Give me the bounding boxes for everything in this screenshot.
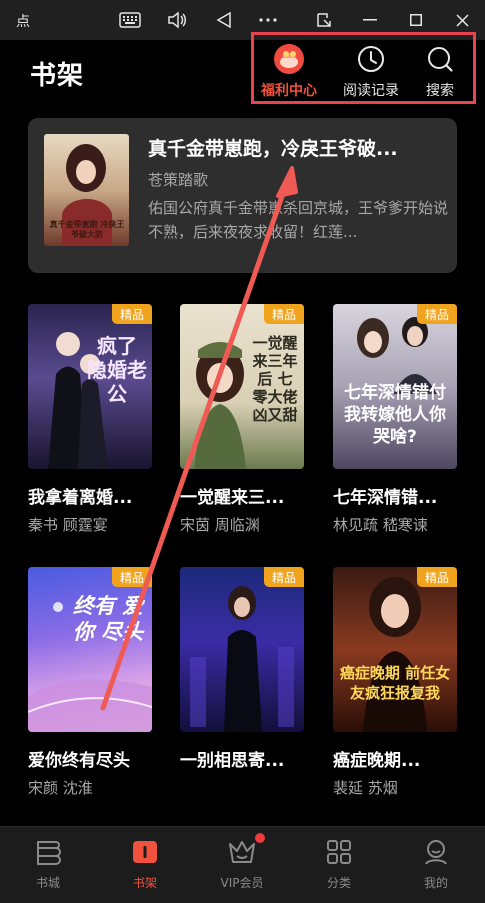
book-author: 林见疏 嵇寒谏: [333, 516, 428, 534]
featured-book-author: 苍策踏歌: [148, 171, 209, 189]
nav-bookshelf[interactable]: 书架: [105, 835, 185, 891]
nav-profile[interactable]: 我的: [396, 835, 476, 891]
grid-icon: [322, 835, 356, 869]
minimize-icon[interactable]: [358, 8, 382, 32]
book-title: 一别相思寄...: [180, 751, 285, 771]
more-icon[interactable]: [256, 8, 280, 32]
nav-category[interactable]: 分类: [299, 835, 379, 891]
profile-icon: [419, 835, 453, 869]
book-cover-text: 疯了 隐婚老公: [87, 334, 147, 406]
nav-bookstore[interactable]: 书城: [8, 835, 88, 891]
nav-label: VIP会员: [220, 876, 264, 890]
nav-label: 书架: [132, 876, 157, 890]
app-title: 点: [16, 14, 30, 30]
book-title: 一觉醒来三...: [180, 488, 285, 508]
book-cover[interactable]: 精品: [180, 567, 304, 732]
bookshelf-icon: [128, 835, 162, 869]
book-cover[interactable]: 癌症晚期 前任女友疯狂报复我 精品: [333, 567, 457, 732]
book-cover[interactable]: 七年深情错付 我转嫁他人你哭啥? 精品: [333, 304, 457, 469]
volume-icon[interactable]: [165, 8, 189, 32]
book-title: 爱你终有尽头: [28, 751, 130, 771]
page-title: 书架: [30, 61, 85, 91]
featured-book-description: 佑国公府真千金带崽杀回京城，王爷爹开始说不熟，后来夜夜求收留！红莲...: [148, 199, 448, 241]
book-item[interactable]: 精品 一别相思寄...: [180, 567, 304, 777]
premium-badge: 精品: [417, 567, 457, 587]
featured-book-title: 真千金带崽跑，冷戾王爷破...: [148, 138, 398, 160]
book-cover[interactable]: 一觉醒来三年后 七零大佬凶又甜 精品: [180, 304, 304, 469]
maximize-icon[interactable]: [404, 8, 428, 32]
close-icon[interactable]: [450, 8, 474, 32]
book-author: 秦书 顾霆宴: [28, 516, 108, 534]
book-cover[interactable]: 疯了 隐婚老公 精品: [28, 304, 152, 469]
book-author: 裴延 苏烟: [333, 779, 398, 797]
notification-dot: [255, 833, 265, 843]
book-item[interactable]: 终有 爱你 尽头 精品 爱你终有尽头 宋颜 沈淮: [28, 567, 152, 798]
nav-label: 我的: [423, 876, 448, 890]
book-item[interactable]: 癌症晚期 前任女友疯狂报复我 精品 癌症晚期... 裴延 苏烟: [333, 567, 457, 798]
book-title: 癌症晚期...: [333, 751, 421, 771]
premium-badge: 精品: [264, 567, 304, 587]
premium-badge: 精品: [112, 304, 152, 324]
book-item[interactable]: 七年深情错付 我转嫁他人你哭啥? 精品 七年深情错... 林见疏 嵇寒谏: [333, 304, 457, 535]
book-item[interactable]: 一觉醒来三年后 七零大佬凶又甜 精品 一觉醒来三... 宋茵 周临渊: [180, 304, 304, 535]
nav-vip[interactable]: VIP会员: [202, 833, 282, 891]
featured-book-card[interactable]: 真千金带崽跑 冷戾王爷破大防 真千金带崽跑，冷戾王爷破... 苍策踏歌 佑国公府…: [28, 118, 457, 273]
book-cover-text: 一觉醒来三年后 七零大佬凶又甜: [252, 334, 298, 424]
book-item[interactable]: 疯了 隐婚老公 精品 我拿着离婚... 秦书 顾霆宴: [28, 304, 152, 535]
book-title: 七年深情错...: [333, 488, 438, 508]
keyboard-icon[interactable]: [118, 8, 142, 32]
featured-book-cover[interactable]: 真千金带崽跑 冷戾王爷破大防: [44, 134, 129, 246]
nav-label: 书城: [35, 876, 60, 890]
book-author: 宋茵 周临渊: [180, 516, 260, 534]
pop-out-icon[interactable]: [312, 8, 336, 32]
book-cover-text: 七年深情错付 我转嫁他人你哭啥?: [344, 383, 446, 447]
premium-badge: 精品: [264, 304, 304, 324]
featured-cover-text: 真千金带崽跑 冷戾王爷破大防: [49, 220, 125, 239]
book-cover-text: 终有 爱你 尽头: [72, 594, 144, 644]
premium-badge: 精品: [417, 304, 457, 324]
book-author: 宋颜 沈淮: [28, 779, 93, 797]
bottom-navigation: 书城 书架 VIP会员 分类 我的: [0, 826, 485, 903]
annotation-highlight-box: [251, 32, 476, 104]
bookstore-icon: [31, 835, 65, 869]
nav-label: 分类: [326, 876, 351, 890]
book-cover-text: 癌症晚期 前任女友疯狂报复我: [339, 664, 451, 702]
back-triangle-icon[interactable]: [212, 8, 236, 32]
crown-icon: [225, 835, 259, 869]
premium-badge: 精品: [112, 567, 152, 587]
book-cover[interactable]: 终有 爱你 尽头 精品: [28, 567, 152, 732]
book-title: 我拿着离婚...: [28, 488, 133, 508]
